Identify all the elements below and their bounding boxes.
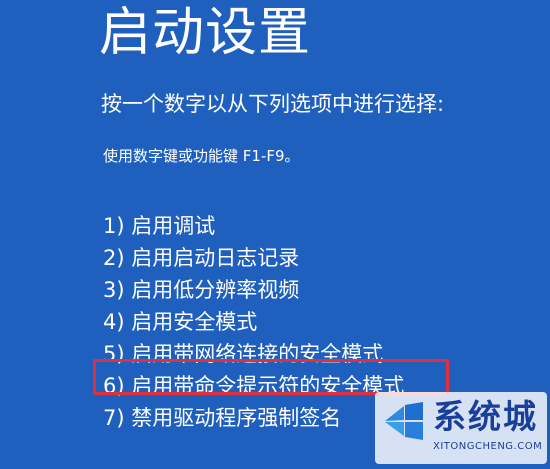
option-enable-boot-logging[interactable]: 2) 启用启动日志记录 — [103, 242, 404, 274]
watermark-brand: 系统城 — [433, 397, 538, 436]
startup-options-list: 1) 启用调试 2) 启用启动日志记录 3) 启用低分辨率视频 4) 启用安全模… — [103, 210, 404, 434]
watermark-url: XITONGCHENG.COM — [433, 441, 543, 452]
windows-logo-icon — [385, 402, 423, 440]
watermark: 系统城 XITONGCHENG.COM — [375, 392, 547, 464]
startup-settings-screen: 启动设置 按一个数字以从下列选项中进行选择: 使用数字键或功能键 F1-F9。 … — [0, 0, 550, 469]
highlight-annotation-box — [93, 359, 449, 395]
key-hint: 使用数字键或功能键 F1-F9。 — [103, 147, 300, 165]
instruction-prompt: 按一个数字以从下列选项中进行选择: — [101, 92, 445, 116]
option-disable-driver-signature-enforcement[interactable]: 7) 禁用驱动程序强制签名 — [103, 402, 404, 434]
option-enable-low-resolution-video[interactable]: 3) 启用低分辨率视频 — [103, 274, 404, 306]
option-enable-safe-mode[interactable]: 4) 启用安全模式 — [103, 306, 404, 338]
page-title: 启动设置 — [99, 3, 312, 63]
option-enable-debugging[interactable]: 1) 启用调试 — [103, 210, 404, 242]
